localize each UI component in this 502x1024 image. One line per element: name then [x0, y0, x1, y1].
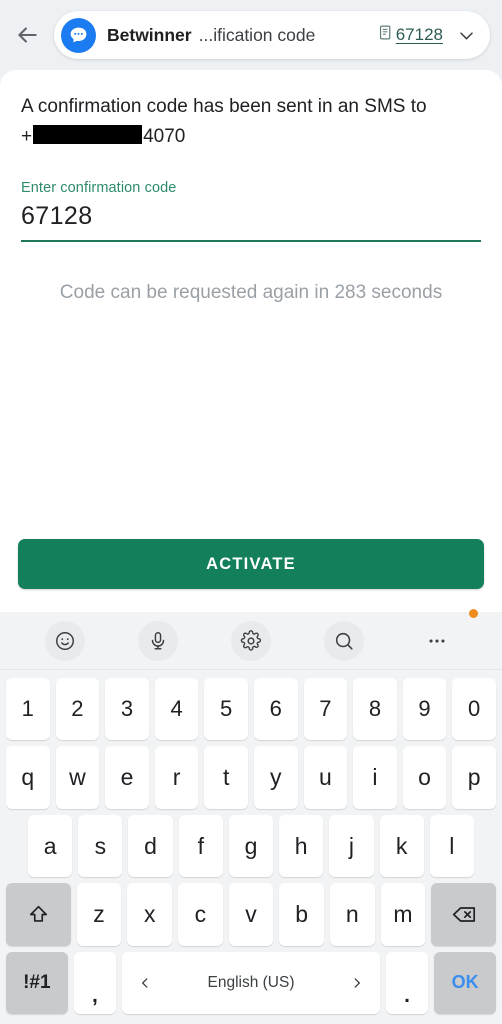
microphone-icon	[137, 620, 178, 661]
emoji-icon	[44, 620, 85, 661]
key-9[interactable]: 9	[402, 678, 447, 741]
sms-info-text: A confirmation code has been sent in an …	[21, 92, 486, 152]
input-underline	[21, 240, 481, 242]
key-5[interactable]: 5	[204, 678, 248, 741]
keyboard-search-button[interactable]	[298, 620, 391, 661]
key-a[interactable]: a	[28, 814, 73, 878]
search-icon	[324, 620, 365, 661]
key-g[interactable]: g	[228, 814, 274, 878]
key-w[interactable]: w	[55, 746, 100, 809]
key-z[interactable]: z	[76, 883, 122, 946]
chevron-down-icon[interactable]	[457, 26, 476, 45]
keyboard-row-space: !#1 , English (US) . OK	[3, 949, 499, 1017]
chevron-right-icon[interactable]	[350, 976, 364, 990]
more-options-icon	[417, 621, 457, 661]
keyboard-more-button[interactable]	[391, 608, 484, 661]
backspace-icon	[450, 901, 477, 928]
key-u[interactable]: u	[303, 746, 348, 809]
key-x[interactable]: x	[127, 883, 173, 946]
key-q[interactable]: q	[6, 746, 50, 809]
key-b[interactable]: b	[279, 883, 324, 946]
backspace-key[interactable]	[431, 883, 496, 946]
voice-input-button[interactable]	[111, 620, 204, 661]
key-3[interactable]: 3	[105, 678, 149, 741]
ok-key[interactable]: OK	[434, 951, 497, 1015]
sms-info-prefix: A confirmation code has been sent in an …	[21, 96, 427, 117]
key-4[interactable]: 4	[154, 678, 199, 741]
comma-key[interactable]: ,	[73, 951, 117, 1015]
key-j[interactable]: j	[329, 814, 374, 878]
chevron-left-icon[interactable]	[138, 976, 152, 990]
keyboard-settings-button[interactable]	[204, 620, 297, 661]
key-o[interactable]: o	[402, 746, 447, 809]
period-key[interactable]: .	[385, 951, 429, 1015]
key-2[interactable]: 2	[55, 678, 100, 741]
key-v[interactable]: v	[228, 883, 274, 946]
space-key[interactable]: English (US)	[122, 951, 380, 1015]
confirmation-code-label: Enter confirmation code	[21, 180, 177, 196]
gear-icon	[231, 620, 271, 661]
resend-timer-text: Code can be requested again in 283 secon…	[59, 282, 443, 303]
key-s[interactable]: s	[78, 814, 123, 878]
keyboard-rows: 1 2 3 4 5 6 7 8 9 0 q w e r t y u i o p …	[0, 670, 502, 1024]
app-subtitle-label: ...ification code	[198, 24, 316, 45]
shift-arrow-icon	[26, 902, 51, 927]
key-p[interactable]: p	[452, 746, 496, 809]
copy-code-chip[interactable]: 67128	[377, 24, 443, 46]
chat-bubble-icon	[61, 17, 96, 53]
key-m[interactable]: m	[380, 883, 426, 946]
key-f[interactable]: f	[178, 814, 223, 878]
app-name-label: Betwinner	[107, 24, 192, 45]
key-y[interactable]: y	[253, 746, 298, 809]
key-r[interactable]: r	[154, 746, 199, 809]
key-d[interactable]: d	[128, 814, 173, 878]
key-i[interactable]: i	[353, 746, 397, 809]
phone-suffix: 4070	[143, 126, 186, 147]
back-arrow-icon[interactable]	[0, 0, 54, 70]
key-8[interactable]: 8	[353, 678, 397, 741]
keyboard-row-numbers: 1 2 3 4 5 6 7 8 9 0	[3, 675, 499, 743]
key-l[interactable]: l	[429, 814, 474, 878]
activate-button[interactable]: ACTIVATE	[18, 539, 484, 589]
emoji-button[interactable]	[18, 620, 111, 661]
keyboard-row-home: a s d f g h j k l	[3, 812, 499, 880]
key-h[interactable]: h	[279, 814, 324, 878]
keyboard-toolbar	[0, 608, 502, 670]
key-6[interactable]: 6	[253, 678, 298, 741]
symbols-key[interactable]: !#1	[6, 951, 68, 1015]
key-1[interactable]: 1	[6, 678, 50, 741]
confirmation-code-input[interactable]: 67128	[21, 202, 93, 231]
key-c[interactable]: c	[178, 883, 223, 946]
notification-badge-dot	[469, 608, 479, 618]
key-k[interactable]: k	[379, 814, 424, 878]
on-screen-keyboard: 1 2 3 4 5 6 7 8 9 0 q w e r t y u i o p …	[0, 608, 502, 1024]
redacted-phone-bar	[33, 125, 143, 144]
key-n[interactable]: n	[329, 883, 375, 946]
copy-code-text: 67128	[395, 25, 443, 44]
key-t[interactable]: t	[204, 746, 248, 809]
app-switcher-bar: Betwinner ...ification code 67128	[0, 0, 502, 70]
key-7[interactable]: 7	[303, 678, 348, 741]
key-0[interactable]: 0	[452, 678, 496, 741]
shift-key[interactable]	[6, 883, 71, 946]
phone-screen: Betwinner ...ification code 67128 A conf…	[0, 0, 502, 1024]
key-e[interactable]: e	[105, 746, 149, 809]
phone-plus: +	[21, 126, 33, 147]
space-language-label: English (US)	[207, 973, 295, 991]
content-card: A confirmation code has been sent in an …	[0, 70, 502, 612]
keyboard-row-top: q w e r t y u i o p	[3, 743, 499, 811]
document-copy-icon	[377, 24, 394, 46]
keyboard-row-bottom: z x c v b n m	[3, 880, 499, 948]
app-title-pill[interactable]: Betwinner ...ification code 67128	[54, 11, 490, 59]
